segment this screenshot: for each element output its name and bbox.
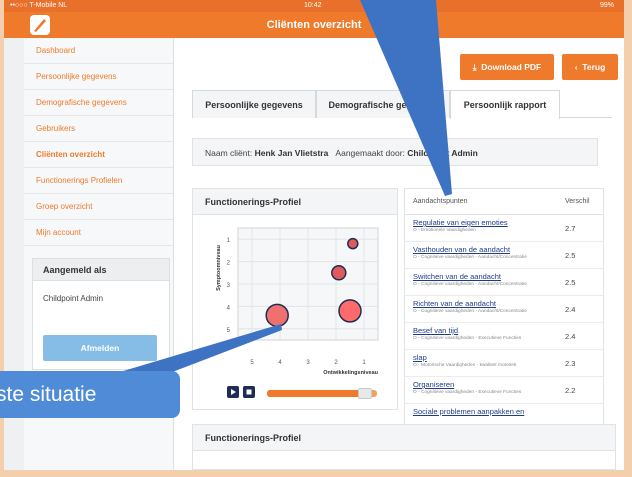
table-row: slap O - Motorische Vaardigheden - kwalit… [405,350,603,377]
focus-point-category: O - Cognitieve vaardigheden - Aandacht/C… [413,282,527,287]
stop-button[interactable] [243,386,255,398]
download-icon: ⤓ [472,62,477,72]
data-point [347,237,359,250]
client-info-bar: Naam cliënt: Henk Jan Vlietstra Aangemaa… [192,138,598,166]
table-row: Regulatie van eigen emoties O - Emotionel… [405,215,603,242]
sidebar-item-gebruikers[interactable]: Gebruikers [24,116,173,142]
clock: 10:42 [304,2,322,9]
focus-point-category: O - Cognitieve vaardigheden - Executieve… [413,390,522,395]
table-row: Besef van tijd O - Cognitieve vaardighede… [405,323,603,350]
download-pdf-label: Download PDF [481,62,542,72]
sidebar-item-dashboard[interactable]: Dashboard [24,38,173,64]
x-axis-label: Ontwikkelingsniveau [323,370,378,376]
profile-panel-bottom-title: Functionerings-Profiel [193,425,615,451]
client-name: Henk Jan Vlietstra [254,148,329,158]
carrier-label: ••○○○ T-Mobile NL [10,2,68,9]
focus-point-category: O - Cognitieve vaardigheden - Aandacht/C… [413,309,527,314]
tab-persoonlijke-gegevens[interactable]: Persoonlijke gegevens [192,90,316,118]
creator-name: Childpoint Admin [407,148,478,158]
x-tick-label: 3 [306,360,310,366]
x-tick-label: 5 [250,360,254,366]
y-tick-label: 3 [227,283,231,289]
y-axis-label: Symptoomniveau [216,245,222,291]
difference-value: 2.5 [565,278,576,287]
focus-point-link[interactable]: Switchen van de aandacht [413,272,501,281]
difference-value: 2.4 [565,305,576,314]
y-tick-label: 2 [227,261,231,267]
table-row: Organiseren O - Cognitieve vaardigheden -… [405,377,603,404]
sidebar-item-groep-overzicht[interactable]: Groep overzicht [24,194,173,220]
focus-point-category: O - Motorische Vaardigheden - kwaliteit … [413,363,517,368]
focus-point-category: O - Cognitieve vaardigheden - Executieve… [413,336,522,341]
page-title: Cliënten overzicht [266,19,362,31]
logout-button[interactable]: Afmelden [43,335,157,361]
y-tick-label: 5 [227,328,231,334]
top-bar: Cliënten overzicht [4,12,624,38]
y-tick-label: 4 [227,305,231,311]
table-row: Switchen van de aandacht O - Cognitieve v… [405,269,603,296]
battery-label: 99% [600,2,615,9]
focus-point-link[interactable]: Regulatie van eigen emoties [413,218,508,227]
col-focus-header: Aandachtspunten [413,198,468,205]
profile-panel-title: Functionerings-Profiel [193,189,397,215]
callout-text: ste situatie [0,383,97,406]
y-tick-label: 1 [227,238,231,244]
difference-value: 2.3 [565,359,576,368]
table-row: Vasthouden van de aandacht O - Cognitieve… [405,242,603,269]
sidebar-item-persoonlijke-gegevens[interactable]: Persoonlijke gegevens [24,64,173,90]
focus-point-link[interactable]: Organiseren [413,380,454,389]
main-content: ⤓ Download PDF ‹ Terug Persoonlijke gege… [174,38,624,470]
play-button[interactable] [227,386,239,398]
focus-point-category: O - Cognitieve vaardigheden - Aandacht/C… [413,255,527,260]
x-tick-label: 1 [362,360,366,366]
back-label: Terug [582,62,606,72]
table-header: Aandachtspunten Verschil [405,189,603,215]
client-name-label: Naam cliënt: [205,148,253,158]
status-bar: ••○○○ T-Mobile NL 10:42 99% [4,0,624,12]
profile-chart: 1 2 3 4 5 5 4 3 2 1 Ontwikkelingsniveau Symptoomniv… [216,227,379,376]
sidebar-item-demografische-gegevens[interactable]: Demografische gegevens [24,90,173,116]
focus-point-link[interactable]: Besef van tijd [413,326,458,335]
table-row: Richten van de aandacht O - Cognitieve va… [405,296,603,323]
sidebar-item-functionerings-profielen[interactable]: Functionerings Profielen [24,168,173,194]
focus-points-table: Aandachtspunten Verschil Regulatie van e… [404,188,604,456]
data-point [331,265,347,281]
tab-persoonlijk-rapport[interactable]: Persoonlijk rapport [450,90,560,119]
slider-handle[interactable] [358,388,372,399]
data-point [265,303,289,328]
time-slider[interactable] [267,388,377,399]
download-pdf-button[interactable]: ⤓ Download PDF [460,54,554,80]
difference-value: 2.5 [565,251,576,260]
x-tick-label: 2 [334,360,338,366]
login-panel-title: Aangemeld als [33,259,169,281]
logged-in-user: Childpoint Admin [43,294,104,303]
focus-point-link[interactable]: slap [413,353,427,362]
focus-point-link[interactable]: Sociale problemen aanpakken en [413,407,524,416]
back-button[interactable]: ‹ Terug [562,54,618,80]
col-diff-header: Verschil [565,198,590,205]
chevron-left-icon: ‹ [574,62,578,72]
login-panel: Aangemeld als Childpoint Admin Afmelden [32,258,170,370]
x-tick-label: 4 [278,360,282,366]
tab-bar: Persoonlijke gegevens Demografische gege… [192,90,612,119]
slider-fill [267,390,366,397]
sidebar-item-clienten-overzicht[interactable]: Cliënten overzicht [24,142,173,168]
difference-value: 2.7 [565,224,576,233]
stop-icon [246,389,252,395]
sidebar-item-mijn-account[interactable]: Mijn account [24,220,173,246]
data-point [338,299,362,323]
tab-demografische-gegevens[interactable]: Demografische gegevens [316,90,450,118]
creator-label: Aangemaakt door: [335,148,405,158]
difference-value: 2.2 [565,386,576,395]
annotation-callout: ste situatie [0,371,180,418]
difference-value: 2.4 [565,332,576,341]
focus-point-category: O - Emotionele Vaardigheden [413,228,476,233]
focus-point-link[interactable]: Vasthouden van de aandacht [413,245,510,254]
profile-panel-bottom: Functionerings-Profiel [192,424,616,470]
play-icon [231,389,236,395]
focus-point-link[interactable]: Richten van de aandacht [413,299,496,308]
